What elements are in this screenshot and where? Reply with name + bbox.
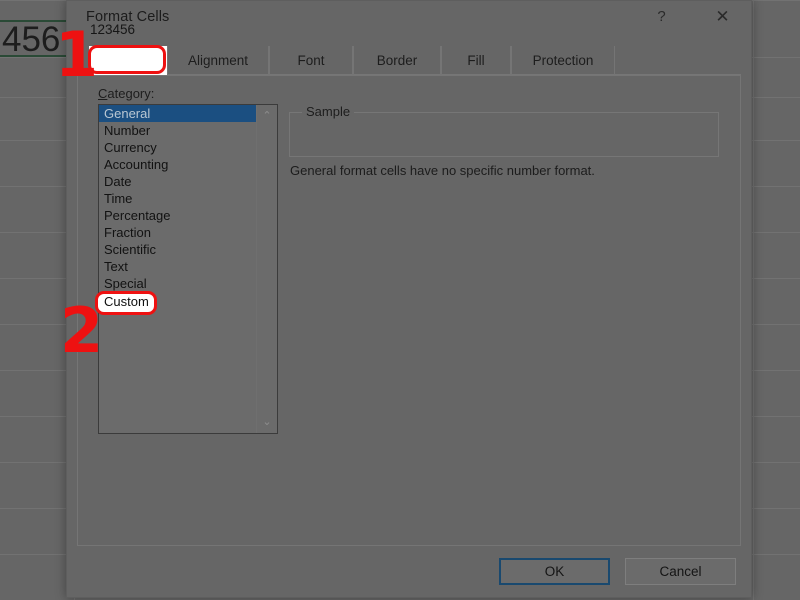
list-item[interactable]: Scientific xyxy=(99,241,256,258)
category-label: Category: xyxy=(98,86,154,101)
grid-col-line xyxy=(753,0,754,600)
sample-legend: Sample xyxy=(302,104,355,119)
list-item[interactable]: General xyxy=(99,105,256,122)
help-icon[interactable]: ? xyxy=(639,1,684,32)
list-item[interactable]: Accounting xyxy=(99,156,256,173)
list-item[interactable]: Number xyxy=(99,122,256,139)
tab-fill[interactable]: Fill xyxy=(441,46,511,75)
sample-groupbox: Sample xyxy=(289,104,719,157)
category-list-items: General Number Currency Accounting Date … xyxy=(99,105,256,309)
category-scrollbar[interactable]: ⌃ ⌄ xyxy=(256,105,277,433)
sample-value: 123456 xyxy=(90,22,136,37)
chevron-up-icon[interactable]: ⌃ xyxy=(257,105,277,125)
tab-font[interactable]: Font xyxy=(269,46,353,75)
tab-alignment-label: Alignment xyxy=(187,53,249,68)
chevron-down-icon[interactable]: ⌄ xyxy=(257,411,277,431)
close-icon[interactable]: ✕ xyxy=(700,1,745,32)
list-item[interactable]: Currency xyxy=(99,139,256,156)
selected-cell-value: 456 xyxy=(2,20,61,59)
tab-focus-rect xyxy=(94,49,162,72)
tab-alignment[interactable]: Alignment xyxy=(167,46,269,75)
cancel-button[interactable]: Cancel xyxy=(625,558,736,585)
list-item[interactable]: Text xyxy=(99,258,256,275)
list-item[interactable]: Special xyxy=(99,275,256,292)
category-label-accel: C xyxy=(98,86,108,101)
tab-border[interactable]: Border xyxy=(353,46,441,75)
list-item[interactable]: Fraction xyxy=(99,224,256,241)
format-description: General format cells have no specific nu… xyxy=(290,163,595,178)
tab-number[interactable]: Number xyxy=(89,46,167,75)
list-item[interactable]: Time xyxy=(99,190,256,207)
tab-protection[interactable]: Protection xyxy=(511,46,615,75)
dialog-titlebar[interactable]: Format Cells ? ✕ xyxy=(67,1,751,36)
format-cells-dialog: Format Cells ? ✕ Number Alignment Font B… xyxy=(66,0,752,598)
tab-strip: Number Alignment Font Border Fill Protec… xyxy=(67,46,751,75)
tab-font-label: Font xyxy=(297,53,325,68)
ok-button[interactable]: OK xyxy=(499,558,610,585)
tab-border-label: Border xyxy=(376,53,418,68)
tab-protection-label: Protection xyxy=(532,53,594,68)
selected-cell[interactable]: 456 xyxy=(0,20,72,57)
list-item[interactable]: Custom xyxy=(99,292,256,309)
category-listbox[interactable]: General Number Currency Accounting Date … xyxy=(98,104,278,434)
screen: 456 Format Cells ? ✕ Number Alignment Fo… xyxy=(0,0,800,600)
tab-fill-label: Fill xyxy=(467,53,485,68)
list-item[interactable]: Percentage xyxy=(99,207,256,224)
list-item[interactable]: Date xyxy=(99,173,256,190)
category-label-rest: ategory: xyxy=(107,86,155,101)
